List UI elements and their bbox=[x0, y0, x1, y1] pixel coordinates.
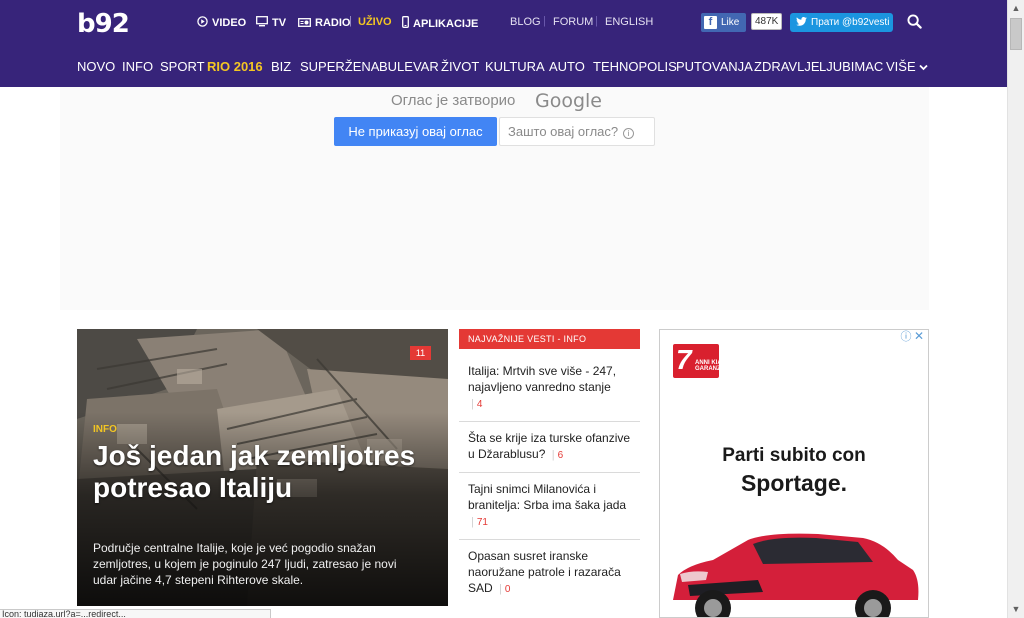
main-nav-zivot[interactable]: ŽIVOT bbox=[441, 59, 479, 74]
news-item-comment-count[interactable]: 0 bbox=[505, 584, 511, 595]
link-separator: | bbox=[595, 15, 598, 27]
radio-icon bbox=[298, 16, 311, 30]
main-nav-bulevar[interactable]: BULEVAR bbox=[379, 59, 439, 74]
ad-closed-label: Оглас је затворио bbox=[391, 92, 516, 109]
main-nav-sport[interactable]: SPORT bbox=[160, 59, 205, 74]
facebook-like-label: Like bbox=[721, 17, 740, 28]
news-list-item[interactable]: Tajni snimci Milanovića i branitelja: Sr… bbox=[459, 473, 640, 540]
search-icon[interactable] bbox=[907, 14, 923, 30]
hero-comment-badge[interactable]: 11 bbox=[410, 346, 431, 360]
comment-separator: | bbox=[471, 398, 474, 410]
nav-uzivo-label: UŽIVO bbox=[358, 16, 392, 28]
comment-separator: | bbox=[499, 583, 502, 595]
ad-info-icon[interactable]: ⓘ bbox=[900, 331, 912, 343]
monitor-icon bbox=[256, 16, 268, 30]
ad-close-icon[interactable]: ✕ bbox=[914, 330, 926, 342]
nav-video-label: VIDEO bbox=[212, 17, 247, 29]
news-list-item[interactable]: Italija: Mrtvih sve više - 247, najavlje… bbox=[459, 349, 640, 422]
main-nav-biz[interactable]: BIZ bbox=[271, 59, 291, 74]
main-nav-zdravlje[interactable]: ZDRAVLJE bbox=[754, 59, 820, 74]
kia-badge-text: ANNI KIA GARANZIA bbox=[695, 360, 727, 372]
main-nav-putovanja[interactable]: PUTOVANJA bbox=[676, 59, 753, 74]
kia-banner-ad[interactable]: ⓘ ✕ 7 ANNI KIA GARANZIA Parti subito con… bbox=[659, 329, 929, 618]
browser-page: b92 VIDEO TV RADIO | UŽIVO APLIKACIJE BL… bbox=[0, 0, 1024, 618]
nav-radio[interactable]: RADIO bbox=[298, 16, 350, 30]
browser-status-bar: Icon: tudiaza.url?a=...redirect... bbox=[0, 609, 271, 618]
why-this-ad-label: Зашто овај оглас? bbox=[508, 124, 619, 139]
link-forum[interactable]: FORUM bbox=[553, 16, 593, 28]
nav-tv[interactable]: TV bbox=[256, 16, 286, 30]
nav-aplikacije[interactable]: APLIKACIJE bbox=[402, 16, 478, 31]
main-nav-ljubimac[interactable]: LJUBIMAC bbox=[819, 59, 883, 74]
main-nav-auto[interactable]: AUTO bbox=[549, 59, 585, 74]
scroll-thumb[interactable] bbox=[1010, 18, 1022, 50]
chevron-down-icon bbox=[919, 59, 928, 74]
news-item-title[interactable]: Opasan susret iranske naoružane patrole … bbox=[468, 549, 621, 595]
latest-news-header: NAJVAŽNIJE VESTI - INFO bbox=[459, 329, 640, 349]
news-list-item[interactable]: Šta se krije iza turske ofanzive u Džara… bbox=[459, 422, 640, 473]
main-nav-info[interactable]: INFO bbox=[122, 59, 153, 74]
news-item-title[interactable]: Šta se krije iza turske ofanzive u Džara… bbox=[468, 431, 630, 461]
comment-separator: | bbox=[471, 516, 474, 528]
ad-product-name: Sportage. bbox=[740, 470, 848, 496]
main-nav-tehnopolis[interactable]: TEHNOPOLIS bbox=[593, 59, 677, 74]
why-this-ad-button[interactable]: Зашто овај оглас? i bbox=[499, 117, 655, 146]
car-image bbox=[673, 533, 919, 617]
hero-category[interactable]: INFO bbox=[93, 424, 117, 435]
nav-tv-label: TV bbox=[272, 17, 287, 29]
main-nav-rio-2016[interactable]: RIO 2016 bbox=[207, 59, 263, 74]
site-logo[interactable]: b92 bbox=[77, 9, 130, 39]
nav-aplikacije-label: APLIKACIJE bbox=[413, 17, 479, 30]
vertical-scrollbar[interactable]: ▲ ▼ bbox=[1007, 0, 1024, 618]
twitter-follow-button[interactable]: Прати @b92vesti bbox=[790, 13, 893, 32]
latest-news-panel: NAJVAŽNIJE VESTI - INFO Italija: Mrtvih … bbox=[459, 329, 640, 606]
kia-warranty-logo: 7 ANNI KIA GARANZIA bbox=[673, 344, 727, 378]
link-blog[interactable]: BLOG bbox=[510, 16, 541, 28]
facebook-icon: f bbox=[704, 16, 717, 29]
news-item-title[interactable]: Italija: Mrtvih sve više - 247, najavlje… bbox=[468, 364, 616, 394]
kia-badge-number: 7 bbox=[676, 344, 692, 375]
facebook-like-button[interactable]: f Like bbox=[701, 13, 746, 32]
hide-ad-button[interactable]: Не приказуј овај оглас bbox=[334, 117, 497, 146]
main-nav-superzena[interactable]: SUPERŽENA bbox=[300, 59, 379, 74]
link-separator: | bbox=[543, 15, 546, 27]
ad-headline: Parti subito con bbox=[722, 445, 866, 466]
scroll-up-arrow-icon[interactable]: ▲ bbox=[1008, 0, 1024, 16]
google-logo: Google bbox=[535, 90, 603, 112]
main-nav-kultura[interactable]: KULTURA bbox=[485, 59, 545, 74]
main-nav-novo[interactable]: NOVO bbox=[77, 59, 115, 74]
hero-story[interactable]: 11 INFO Još jedan jak zemljotres potresa… bbox=[77, 329, 448, 606]
play-circle-icon bbox=[197, 16, 208, 30]
nav-uzivo[interactable]: UŽIVO bbox=[358, 16, 392, 28]
twitter-bird-icon bbox=[796, 16, 807, 29]
hero-summary: Područje centralne Italije, koje je već … bbox=[93, 541, 397, 587]
news-item-comment-count[interactable]: 6 bbox=[558, 450, 564, 461]
link-english[interactable]: ENGLISH bbox=[605, 16, 653, 28]
main-nav-vise[interactable]: VIŠE bbox=[886, 59, 928, 74]
main-nav-vise-label: VIŠE bbox=[886, 59, 916, 74]
info-icon: i bbox=[623, 128, 635, 139]
nav-video[interactable]: VIDEO bbox=[197, 16, 246, 30]
site-header: b92 VIDEO TV RADIO | UŽIVO APLIKACIJE BL… bbox=[0, 0, 1007, 87]
scroll-down-arrow-icon[interactable]: ▼ bbox=[1008, 601, 1024, 617]
mobile-phone-icon bbox=[402, 16, 409, 31]
news-item-title[interactable]: Tajni snimci Milanovića i branitelja: Sr… bbox=[468, 482, 626, 512]
facebook-like-count: 487K bbox=[751, 13, 783, 30]
hero-headline[interactable]: Još jedan jak zemljotres potresao Italij… bbox=[93, 440, 423, 504]
radio-separator: | bbox=[349, 15, 352, 27]
news-item-comment-count[interactable]: 4 bbox=[477, 399, 483, 410]
news-item-comment-count[interactable]: 71 bbox=[477, 517, 488, 528]
comment-separator: | bbox=[551, 449, 555, 461]
closed-ad-area: Оглас је затворио Google Не приказуј ова… bbox=[60, 87, 929, 310]
nav-radio-label: RADIO bbox=[315, 17, 351, 29]
news-list-item[interactable]: Opasan susret iranske naoružane patrole … bbox=[459, 540, 640, 606]
twitter-follow-label: Прати @b92vesti bbox=[811, 17, 890, 28]
